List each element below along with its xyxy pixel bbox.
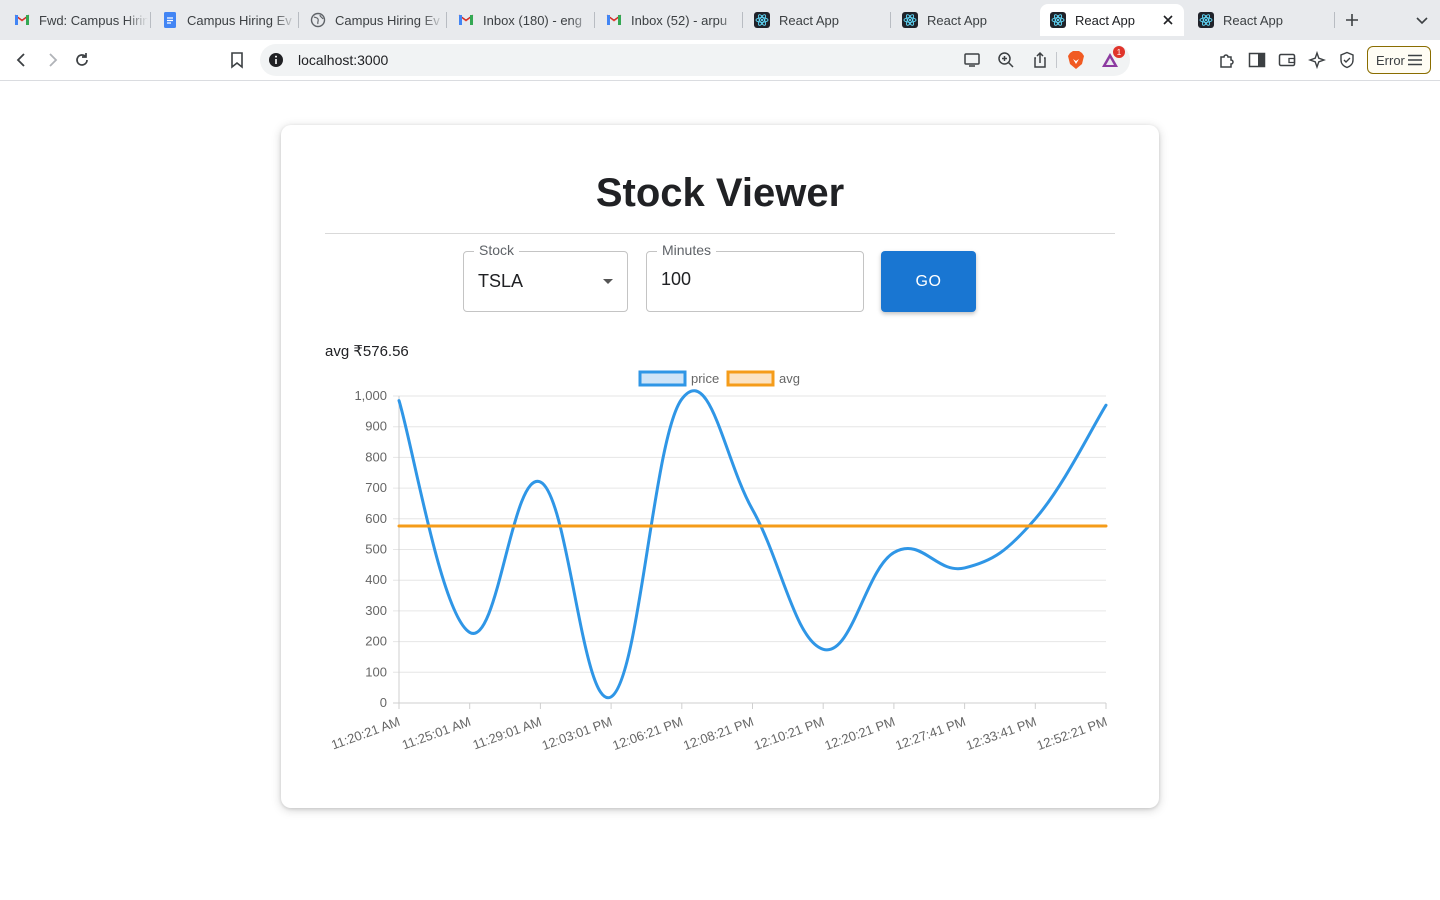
site-info-icon[interactable]: [268, 52, 284, 68]
sparkle-icon: [1308, 51, 1326, 69]
puzzle-icon: [1220, 54, 1234, 68]
bookmark-icon: [231, 52, 243, 69]
forward-button[interactable]: [40, 48, 64, 72]
minutes-field[interactable]: Minutes: [646, 242, 864, 312]
react-icon: [902, 12, 918, 28]
browser-tab[interactable]: Fwd: Campus Hiring: [4, 4, 148, 36]
reload-button[interactable]: [70, 48, 94, 72]
tab-separator: [298, 12, 299, 28]
browser-toolbar: localhost:3000 1 Error: [0, 40, 1440, 81]
zoom-icon: [998, 52, 1014, 68]
error-menu-button[interactable]: Error: [1367, 46, 1431, 74]
globe-icon: [310, 12, 326, 28]
tab-title: React App: [779, 12, 839, 28]
minutes-field-label: Minutes: [657, 242, 717, 258]
browser-tab[interactable]: React App: [1188, 4, 1332, 36]
cast-icon: [964, 53, 980, 67]
dropdown-arrow-icon: [603, 279, 613, 284]
vpn-button[interactable]: [1335, 48, 1359, 72]
tab-title: React App: [1223, 12, 1283, 28]
close-tab-icon[interactable]: [1160, 12, 1176, 28]
sidebar-button[interactable]: [1245, 48, 1269, 72]
extensions-button[interactable]: [1215, 48, 1239, 72]
browser-tab[interactable]: React App: [744, 4, 888, 36]
reload-icon: [76, 53, 88, 66]
tab-title: Inbox (180) - eng: [483, 12, 583, 28]
brave-lion-icon: [1068, 51, 1084, 69]
bookmark-button[interactable]: [225, 48, 249, 72]
gmail-icon: [606, 12, 622, 28]
error-label: Error: [1376, 52, 1405, 68]
sidebar-icon: [1248, 52, 1266, 68]
rewards-badge: 1: [1113, 46, 1125, 58]
tab-separator: [150, 12, 151, 28]
tab-strip: Fwd: Campus Hiring Campus Hiring Ev Campus…: [0, 0, 1440, 40]
stock-select-value: TSLA: [478, 271, 524, 291]
react-icon: [1198, 12, 1214, 28]
tab-title: React App: [927, 12, 987, 28]
go-button[interactable]: GO: [881, 251, 976, 312]
minutes-input[interactable]: [661, 269, 841, 290]
wallet-icon: [1278, 53, 1296, 67]
browser-tab[interactable]: Campus Hiring Ev: [300, 4, 444, 36]
chevron-down-icon: [1416, 17, 1428, 25]
react-icon: [754, 12, 770, 28]
new-tab-button[interactable]: [1340, 8, 1364, 32]
tab-separator: [742, 12, 743, 28]
browser-tab[interactable]: Inbox (52) - arpu: [596, 4, 740, 36]
stock-viewer-card: Stock Viewer Stock TSLA Minutes GO avg ₹…: [281, 125, 1159, 808]
tab-title: Inbox (52) - arpu: [631, 12, 728, 28]
tab-title: React App: [1075, 12, 1135, 28]
omnibox-divider: [1056, 52, 1057, 68]
browser-tab[interactable]: React App: [892, 4, 1036, 36]
browser-tab[interactable]: React App: [1040, 4, 1184, 36]
page-title: Stock Viewer: [595, 171, 845, 215]
tab-separator: [446, 12, 447, 28]
wallet-button[interactable]: [1275, 48, 1299, 72]
url-text: localhost:3000: [298, 52, 389, 68]
docs-icon: [162, 12, 178, 28]
arrow-forward-icon: [49, 53, 58, 67]
tab-separator: [890, 12, 891, 28]
react-icon: [1050, 12, 1066, 28]
tab-title: Fwd: Campus Hiring: [39, 12, 148, 28]
tab-search-button[interactable]: [1410, 8, 1434, 32]
shield-icon: [1340, 51, 1354, 69]
stock-select-label: Stock: [474, 242, 520, 258]
plus-icon: [1346, 14, 1358, 26]
browser-tab[interactable]: Inbox (180) - eng: [448, 4, 592, 36]
leo-ai-button[interactable]: [1305, 48, 1329, 72]
brave-shields-button[interactable]: [1066, 50, 1086, 70]
gmail-icon: [14, 12, 30, 28]
brave-rewards-button[interactable]: 1: [1100, 46, 1125, 70]
hamburger-menu-icon: [1408, 54, 1422, 66]
arrow-back-icon: [16, 53, 25, 67]
cast-button[interactable]: [962, 50, 982, 70]
zoom-button[interactable]: [996, 50, 1016, 70]
tab-separator: [1334, 12, 1335, 28]
tab-separator: [594, 12, 595, 28]
share-button[interactable]: [1030, 50, 1050, 70]
average-price-text: avg ₹576.56: [325, 343, 409, 360]
stock-select[interactable]: Stock TSLA: [463, 242, 628, 312]
browser-tab[interactable]: Campus Hiring Ev: [152, 4, 296, 36]
tab-title: Campus Hiring Ev: [187, 12, 292, 28]
gmail-icon: [458, 12, 474, 28]
back-button[interactable]: [10, 48, 34, 72]
tab-title: Campus Hiring Ev: [335, 12, 440, 28]
address-bar[interactable]: localhost:3000 1: [260, 44, 1130, 76]
share-icon: [1034, 51, 1046, 68]
title-divider: [325, 233, 1115, 234]
